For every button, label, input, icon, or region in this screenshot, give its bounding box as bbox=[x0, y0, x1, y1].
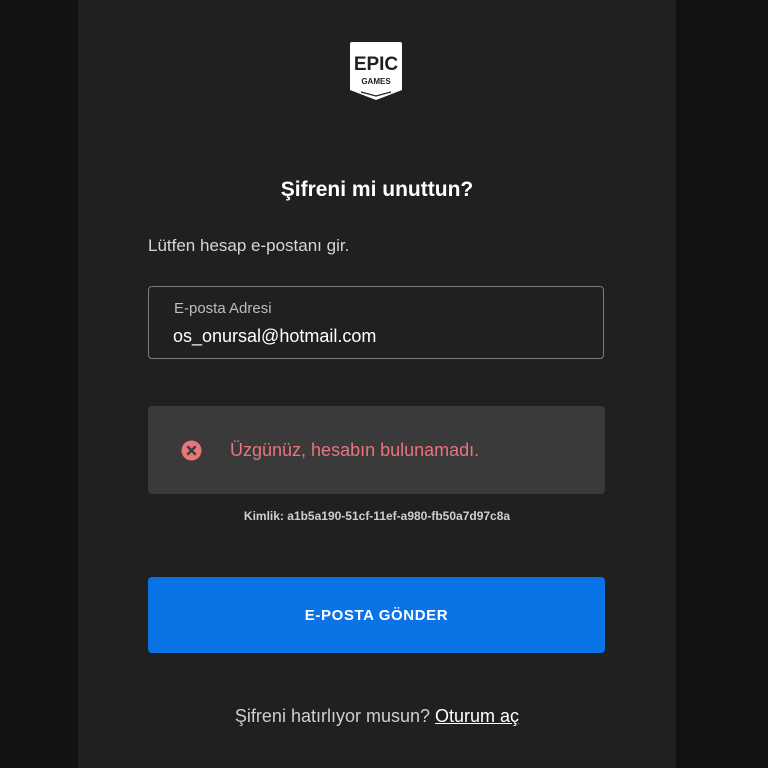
email-field-label: E-posta Adresi bbox=[174, 300, 272, 317]
epic-games-logo: EPIC GAMES bbox=[349, 40, 403, 102]
email-field[interactable]: E-posta Adresi bbox=[148, 286, 604, 359]
error-message-box: Üzgünüz, hesabın bulunamadı. bbox=[148, 406, 605, 494]
forgot-password-card: EPIC GAMES Şifreni mi unuttun? Lütfen he… bbox=[78, 0, 676, 768]
epic-games-logo-icon: EPIC GAMES bbox=[350, 42, 402, 100]
svg-text:GAMES: GAMES bbox=[361, 77, 391, 86]
instruction-text: Lütfen hesap e-postanı gir. bbox=[148, 236, 350, 255]
send-email-button[interactable]: E-POSTA GÖNDER bbox=[148, 577, 605, 653]
footer-signin-prompt: Şifreni hatırlıyor musun? Oturum aç bbox=[78, 706, 676, 727]
page-title: Şifreni mi unuttun? bbox=[280, 178, 474, 201]
error-x-circle-icon bbox=[181, 440, 202, 461]
footer-question-text: Şifreni hatırlıyor musun? bbox=[234, 706, 431, 726]
sign-in-link[interactable]: Oturum aç bbox=[435, 706, 519, 726]
page-background: EPIC GAMES Şifreni mi unuttun? Lütfen he… bbox=[0, 0, 768, 768]
request-id-text: Kimlik: a1b5a190-51cf-11ef-a980-fb50a7d9… bbox=[243, 509, 511, 523]
error-message-text: Üzgünüz, hesabın bulunamadı. bbox=[230, 440, 480, 460]
email-input[interactable] bbox=[173, 323, 573, 349]
svg-text:EPIC: EPIC bbox=[354, 54, 399, 75]
